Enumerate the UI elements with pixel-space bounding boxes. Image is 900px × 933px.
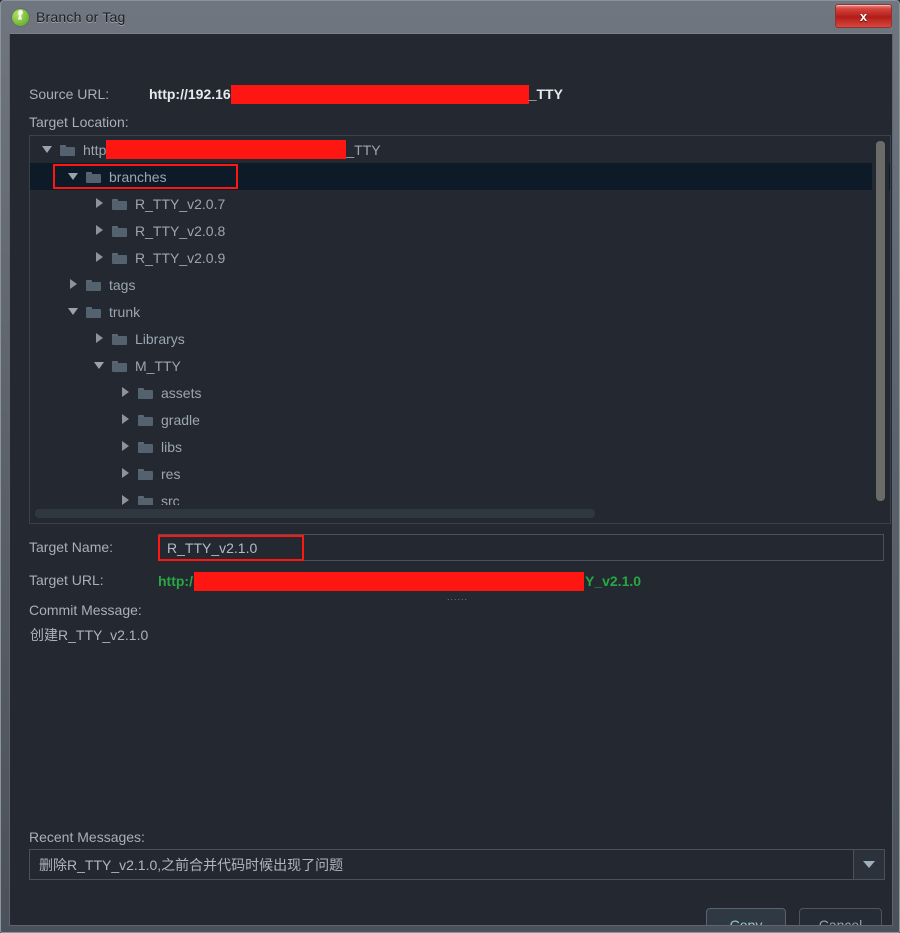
folder-icon [138,414,153,426]
android-studio-icon [12,8,29,26]
tree-row-label: libs [161,438,183,455]
tree-row-label: M_TTY [135,357,181,374]
resize-grip-dots: ...... [447,592,469,602]
chevron-down-icon[interactable] [68,171,79,182]
window-title: Branch or Tag [36,9,126,25]
tree-row[interactable]: assets [30,379,890,406]
chevron-right-icon[interactable] [94,333,105,344]
tree-vertical-scroll-thumb[interactable] [876,141,885,501]
tree-row-label: R_TTY_v2.0.9 [135,249,226,266]
copy-button[interactable]: Copy [706,908,786,925]
chevron-right-icon[interactable] [120,441,131,452]
close-icon: x [859,8,868,24]
tree-row-redaction [106,140,347,159]
target-url-redaction [193,571,584,591]
target-url-suffix: Y_v2.1.0 [584,573,642,589]
tree-horizontal-scrollbar[interactable] [31,505,872,522]
chevron-right-icon[interactable] [94,225,105,236]
tree-row[interactable]: gradle [30,406,890,433]
dialog-content: Source URL: http://192.16 _TTY Target Loc… [10,34,892,925]
folder-icon [86,306,101,318]
folder-icon [112,198,127,210]
commit-message-value: 创建R_TTY_v2.1.0 [30,627,149,643]
source-url-label: Source URL: [29,86,110,102]
folder-icon [138,468,153,480]
source-url-prefix: http://192.16 [149,86,231,102]
chevron-right-icon[interactable] [120,414,131,425]
target-url-prefix: http:/ [158,573,193,589]
tree-row[interactable]: R_TTY_v2.0.8 [30,217,890,244]
folder-icon [86,279,101,291]
folder-icon [112,333,127,345]
tree-row[interactable]: M_TTY [30,352,890,379]
tree-row[interactable]: trunk [30,298,890,325]
chevron-right-icon[interactable] [94,198,105,209]
tree-row[interactable]: tags [30,271,890,298]
folder-icon [138,441,153,453]
chevron-right-icon[interactable] [68,279,79,290]
cancel-button[interactable]: Cancel [799,908,882,925]
chevron-down-icon[interactable] [853,850,884,879]
recent-messages-combobox[interactable]: 删除R_TTY_v2.1.0,之前合并代码时候出现了问题 [29,849,885,880]
tree-vertical-scrollbar[interactable] [872,137,889,505]
source-url-suffix: _TTY [528,86,563,102]
source-url-redaction [230,84,529,104]
target-url-value: http:/ Y_v2.1.0 [158,571,641,591]
tree-row-label: R_TTY_v2.0.7 [135,195,226,212]
chevron-down-icon[interactable] [94,360,105,371]
source-url-row: Source URL: http://192.16 _TTY [29,84,563,104]
tree-row[interactable]: Librarys [30,325,890,352]
folder-icon [86,171,101,183]
recent-messages-value: 删除R_TTY_v2.1.0,之前合并代码时候出现了问题 [39,856,344,873]
tree-row-label: R_TTY_v2.0.8 [135,222,226,239]
tree-row[interactable]: res [30,460,890,487]
tree-row[interactable]: http _TTY [30,136,890,163]
commit-message-textarea[interactable]: 创建R_TTY_v2.1.0 [29,622,885,817]
source-url-value: http://192.16 _TTY [149,84,563,104]
tree-row[interactable]: libs [30,433,890,460]
target-location-tree[interactable]: http _TTY branches R_TTY_v2.0.7 R_TTY_v2.0.8… [29,135,891,524]
tree-row-label: branches [109,168,167,185]
folder-icon [138,387,153,399]
folder-icon [112,252,127,264]
tree-row[interactable]: R_TTY_v2.0.9 [30,244,890,271]
tree-row[interactable]: branches [30,163,890,190]
tree-row-label: http [83,141,107,158]
tree-scroll-viewport: http _TTY branches R_TTY_v2.0.7 R_TTY_v2.0.8… [30,136,890,523]
close-button[interactable]: x [835,4,892,28]
chevron-right-icon[interactable] [94,252,105,263]
tree-row-label: Librarys [135,330,185,347]
folder-icon [112,360,127,372]
title-bar: Branch or Tag x [1,1,899,33]
dialog-client-area: Source URL: http://192.16 _TTY Target Loc… [9,33,893,926]
tree-row-label: res [161,465,181,482]
tree-row-label-suffix: _TTY [346,141,381,158]
commit-message-label: Commit Message: [29,602,142,618]
tree-row-label: tags [109,276,136,293]
chevron-down-icon[interactable] [68,306,79,317]
tree-row-label: trunk [109,303,141,320]
chevron-right-icon[interactable] [120,387,131,398]
target-url-label: Target URL: [29,572,104,588]
target-name-label: Target Name: [29,539,114,555]
folder-icon [112,225,127,237]
tree-row-label: gradle [161,411,200,428]
recent-messages-label: Recent Messages: [29,829,145,845]
folder-icon [60,144,75,156]
tree-horizontal-scroll-thumb[interactable] [35,509,595,518]
tree-row[interactable]: R_TTY_v2.0.7 [30,190,890,217]
chevron-down-icon[interactable] [42,144,53,155]
target-location-label: Target Location: [29,114,129,130]
dialog-window: Branch or Tag x Source URL: http://192.1… [0,0,900,933]
target-name-input[interactable]: R_TTY_v2.1.0 [158,534,884,561]
tree-row-label: assets [161,384,202,401]
chevron-right-icon[interactable] [120,468,131,479]
